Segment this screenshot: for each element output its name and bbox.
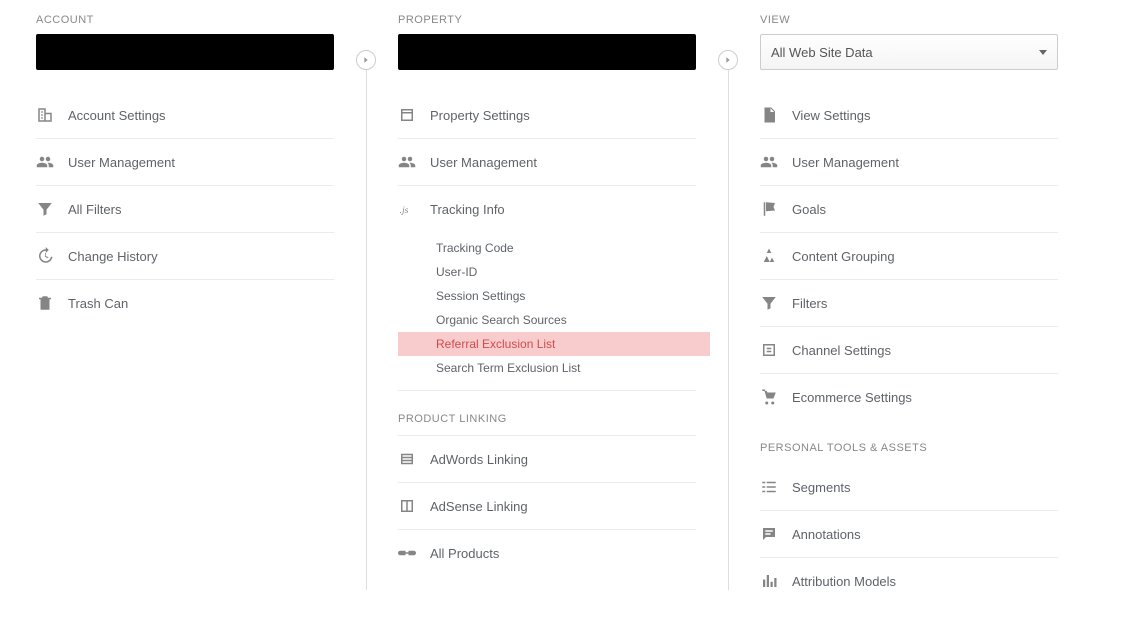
section-personal-tools: PERSONAL TOOLS & ASSETS — [760, 420, 1058, 464]
sub-session-settings[interactable]: Session Settings — [432, 284, 696, 308]
building-icon — [36, 106, 68, 124]
nav-label: Property Settings — [430, 108, 530, 123]
section-product-linking: PRODUCT LINKING — [398, 391, 696, 436]
view-selector-value: All Web Site Data — [771, 45, 873, 60]
adwords-icon — [398, 450, 430, 468]
flag-icon — [760, 200, 792, 218]
nav-label: User Management — [68, 155, 175, 170]
column-view: VIEW All Web Site Data View Settings Use… — [760, 14, 1058, 604]
users-icon — [760, 153, 792, 171]
column-label-view: VIEW — [760, 14, 1058, 26]
nav-trash-can[interactable]: Trash Can — [36, 280, 334, 326]
nav-label: Ecommerce Settings — [792, 390, 912, 405]
sub-user-id[interactable]: User-ID — [432, 260, 696, 284]
nav-label: Goals — [792, 202, 826, 217]
column-property: PROPERTY Property Settings User Manageme… — [398, 14, 696, 576]
nav-label: Filters — [792, 296, 827, 311]
nav-label: User Management — [792, 155, 899, 170]
nav-label: Tracking Info — [430, 202, 505, 217]
nav-all-filters[interactable]: All Filters — [36, 186, 334, 233]
nav-channel-settings[interactable]: Channel Settings — [760, 327, 1058, 374]
cart-icon — [760, 388, 792, 406]
nav-property-user-management[interactable]: User Management — [398, 139, 696, 186]
nav-view-settings[interactable]: View Settings — [760, 92, 1058, 139]
page-icon — [760, 106, 792, 124]
nav-segments[interactable]: Segments — [760, 464, 1058, 511]
nav-account-user-management[interactable]: User Management — [36, 139, 334, 186]
nav-label: View Settings — [792, 108, 871, 123]
nav-label: AdSense Linking — [430, 499, 528, 514]
adsense-icon — [398, 497, 430, 515]
users-icon — [36, 153, 68, 171]
sub-organic-search-sources[interactable]: Organic Search Sources — [432, 308, 696, 332]
nav-label: Content Grouping — [792, 249, 895, 264]
nav-ecommerce-settings[interactable]: Ecommerce Settings — [760, 374, 1058, 420]
js-icon: .js — [398, 200, 430, 218]
nav-label: All Products — [430, 546, 499, 561]
nav-label: Account Settings — [68, 108, 166, 123]
chevron-right-icon — [356, 50, 376, 70]
chevron-right-icon — [718, 50, 738, 70]
property-selector[interactable] — [398, 34, 696, 70]
column-label-account: ACCOUNT — [36, 14, 334, 26]
nav-label: Segments — [792, 480, 851, 495]
view-selector[interactable]: All Web Site Data — [760, 34, 1058, 70]
caret-down-icon — [1039, 50, 1047, 55]
tracking-info-sublist: Tracking Code User-ID Session Settings O… — [398, 232, 696, 391]
nav-label: Annotations — [792, 527, 861, 542]
nav-view-filters[interactable]: Filters — [760, 280, 1058, 327]
grouping-icon — [760, 247, 792, 265]
link-icon — [398, 544, 430, 562]
nav-view-user-management[interactable]: User Management — [760, 139, 1058, 186]
nav-label: Change History — [68, 249, 158, 264]
nav-content-grouping[interactable]: Content Grouping — [760, 233, 1058, 280]
segments-icon — [760, 478, 792, 496]
channel-icon — [760, 341, 792, 359]
annotations-icon — [760, 525, 792, 543]
users-icon — [398, 153, 430, 171]
nav-label: User Management — [430, 155, 537, 170]
nav-label: All Filters — [68, 202, 121, 217]
column-label-property: PROPERTY — [398, 14, 696, 26]
column-account: ACCOUNT Account Settings User Management… — [36, 14, 334, 326]
nav-property-settings[interactable]: Property Settings — [398, 92, 696, 139]
nav-label: AdWords Linking — [430, 452, 528, 467]
nav-annotations[interactable]: Annotations — [760, 511, 1058, 558]
square-icon — [398, 106, 430, 124]
history-icon — [36, 247, 68, 265]
funnel-icon — [760, 294, 792, 312]
attribution-icon — [760, 572, 792, 590]
nav-change-history[interactable]: Change History — [36, 233, 334, 280]
nav-label: Channel Settings — [792, 343, 891, 358]
nav-label: Attribution Models — [792, 574, 896, 589]
sub-tracking-code[interactable]: Tracking Code — [432, 236, 696, 260]
nav-all-products[interactable]: All Products — [398, 530, 696, 576]
sub-search-term-exclusion-list[interactable]: Search Term Exclusion List — [432, 356, 696, 380]
nav-label: Trash Can — [68, 296, 128, 311]
trash-icon — [36, 294, 68, 312]
funnel-icon — [36, 200, 68, 218]
nav-tracking-info[interactable]: .js Tracking Info — [398, 186, 696, 232]
arrow-property-to-view — [696, 14, 760, 70]
arrow-account-to-property — [334, 14, 398, 70]
nav-goals[interactable]: Goals — [760, 186, 1058, 233]
sub-referral-exclusion-list[interactable]: Referral Exclusion List — [398, 332, 710, 356]
account-selector[interactable] — [36, 34, 334, 70]
svg-text:.js: .js — [400, 205, 409, 216]
nav-attribution-models[interactable]: Attribution Models — [760, 558, 1058, 604]
nav-account-settings[interactable]: Account Settings — [36, 92, 334, 139]
nav-adwords-linking[interactable]: AdWords Linking — [398, 436, 696, 483]
nav-adsense-linking[interactable]: AdSense Linking — [398, 483, 696, 530]
